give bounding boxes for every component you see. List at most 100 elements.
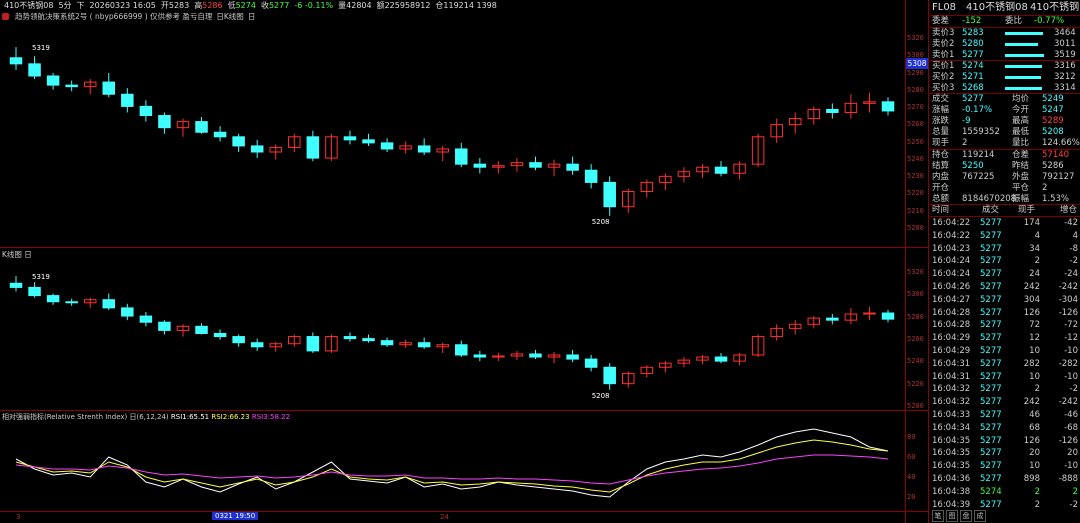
price-axis-label: 5250 — [907, 137, 924, 146]
candle-body — [139, 315, 153, 323]
bid-volume-bar — [1005, 65, 1042, 68]
candle-body — [473, 354, 487, 358]
tick-row[interactable]: 16:04:24 5277 2 -2 — [930, 255, 1080, 268]
tick-row[interactable]: 16:04:22 5277 174 -42 — [930, 217, 1080, 230]
candle-body — [139, 105, 153, 117]
tick-row[interactable]: 16:04:34 5277 68 -68 — [930, 422, 1080, 435]
candle-body — [417, 342, 431, 348]
bid-row: 买价2 5271 3212 — [932, 72, 1076, 82]
bid-volume: 3212 — [1054, 72, 1076, 82]
candle-body — [826, 108, 839, 113]
x-axis-cursor[interactable]: 0321 19:50 — [212, 512, 259, 520]
panel2-axis-label: 5240 — [907, 357, 924, 366]
ask-volume: 3011 — [1054, 39, 1076, 49]
right-panel-divider — [928, 0, 929, 523]
high-annotation: 5319 — [32, 273, 50, 281]
price-axis-label: 5230 — [907, 172, 924, 181]
kline-chart[interactable]: 5319 5208 5319 5208 — [0, 0, 928, 523]
price-axis-label: 5280 — [907, 85, 924, 94]
tick-row[interactable]: 16:04:26 5277 242 -242 — [930, 281, 1080, 294]
panel2-axis-label: 5280 — [907, 312, 924, 321]
candle-body — [473, 163, 487, 168]
stat2-row: 开仓 平仓 2 — [932, 183, 1048, 193]
tick-row[interactable]: 16:04:29 5277 10 -10 — [930, 345, 1080, 358]
tick-row[interactable]: 16:04:28 5277 126 -126 — [930, 307, 1080, 320]
current-price-tag: 5308 — [906, 58, 928, 69]
candle-body — [380, 340, 394, 346]
low-annotation: 5208 — [592, 218, 610, 226]
tick-row[interactable]: 16:04:28 5277 72 -72 — [930, 319, 1080, 332]
candle-body — [714, 166, 728, 174]
tick-row[interactable]: 16:04:35 5277 126 -126 — [930, 435, 1080, 448]
rsi-axis-label: 80 — [907, 433, 916, 441]
stat-row: 总量 1559352 最低 5208 — [932, 127, 1064, 137]
tick-row[interactable]: 16:04:24 5277 24 -24 — [930, 268, 1080, 281]
tick-row[interactable]: 16:04:23 5277 34 -8 — [930, 243, 1080, 256]
candle-body — [213, 332, 227, 338]
stat-row: 涨跌 -9 最高 5289 — [932, 116, 1064, 126]
candle-body — [714, 356, 728, 362]
bottom-tabs: 笔 图 盘 成 — [930, 510, 1080, 523]
tick-row[interactable]: 16:04:33 5277 46 -46 — [930, 409, 1080, 422]
bid-row: 买价1 5274 3316 — [932, 61, 1076, 71]
candle-body — [881, 101, 895, 112]
candle-body — [65, 301, 78, 304]
candle-body — [121, 93, 134, 107]
tick-row[interactable]: 16:04:32 5277 242 -242 — [930, 396, 1080, 409]
candle-body — [603, 366, 616, 385]
tick-row[interactable]: 16:04:32 5277 2 -2 — [930, 383, 1080, 396]
tick-row[interactable]: 16:04:35 5277 10 -10 — [930, 460, 1080, 473]
bid-price: 5271 — [962, 72, 984, 82]
panel2-axis-label: 5200 — [907, 402, 924, 410]
price-axis-label: 5260 — [907, 120, 924, 129]
ask-row: 卖价2 5280 3011 — [932, 39, 1076, 49]
candle-body — [529, 353, 542, 358]
candle-body — [881, 312, 895, 320]
ask-row: 卖价3 5283 3464 — [932, 28, 1076, 38]
stat-row: 涨幅 -0.17% 今开 5247 — [932, 105, 1064, 115]
candle-body — [584, 169, 598, 183]
rsi2-line — [15, 439, 889, 493]
ask-volume-bar — [1005, 32, 1044, 35]
tab-trades[interactable]: 成 — [974, 510, 986, 522]
candle-body — [566, 354, 579, 360]
tick-row[interactable]: 16:04:35 5277 20 20 — [930, 447, 1080, 460]
stat-row: 成交 5277 均价 5249 — [932, 94, 1064, 104]
candle-body — [102, 299, 116, 309]
tick-row[interactable]: 16:04:27 5277 304 -304 — [930, 294, 1080, 307]
rsi-axis-label: 60 — [907, 453, 916, 461]
x-axis: 3 0321 19:50 24 — [0, 512, 928, 523]
tab-ticks[interactable]: 笔 — [932, 510, 944, 522]
ask-price: 5280 — [962, 39, 984, 49]
tick-row[interactable]: 16:04:29 5277 12 -12 — [930, 332, 1080, 345]
candle-body — [362, 139, 375, 144]
candle-body — [250, 145, 264, 153]
candle-body — [455, 344, 468, 356]
rsi-axis-label: 40 — [907, 473, 916, 481]
tab-book[interactable]: 盘 — [960, 510, 972, 522]
price-axis-label: 5270 — [907, 103, 924, 112]
panel2-axis-label: 5320 — [907, 268, 924, 276]
tick-row[interactable]: 16:04:36 5277 898 -888 — [930, 473, 1080, 486]
tick-row[interactable]: 16:04:31 5277 282 -282 — [930, 358, 1080, 371]
tab-chart[interactable]: 图 — [946, 510, 958, 522]
candle-body — [584, 358, 598, 368]
candle-body — [362, 338, 375, 342]
price-axis-label: 5220 — [907, 189, 924, 198]
candle-body — [46, 75, 60, 86]
tick-row[interactable]: 16:04:31 5277 10 -10 — [930, 371, 1080, 384]
candle-body — [213, 131, 227, 138]
tick-row[interactable]: 16:04:22 5277 4 4 — [930, 230, 1080, 243]
ask-volume: 3464 — [1054, 28, 1076, 38]
price-axis-label: 5210 — [907, 206, 924, 215]
tick-row[interactable]: 16:04:38 5274 2 2 — [930, 486, 1080, 499]
ask-volume-bar — [1005, 43, 1039, 46]
candle-body — [343, 336, 357, 340]
candle-body — [28, 63, 41, 77]
stat2-row: 结算 5250 昨结 5286 — [932, 161, 1064, 171]
price-axis-label: 5200 — [907, 224, 924, 232]
stat-row: 现手 2 量比 124.66% — [932, 138, 1080, 148]
candle-body — [121, 307, 134, 317]
candle-body — [250, 342, 264, 348]
rsi3-line — [15, 454, 889, 485]
